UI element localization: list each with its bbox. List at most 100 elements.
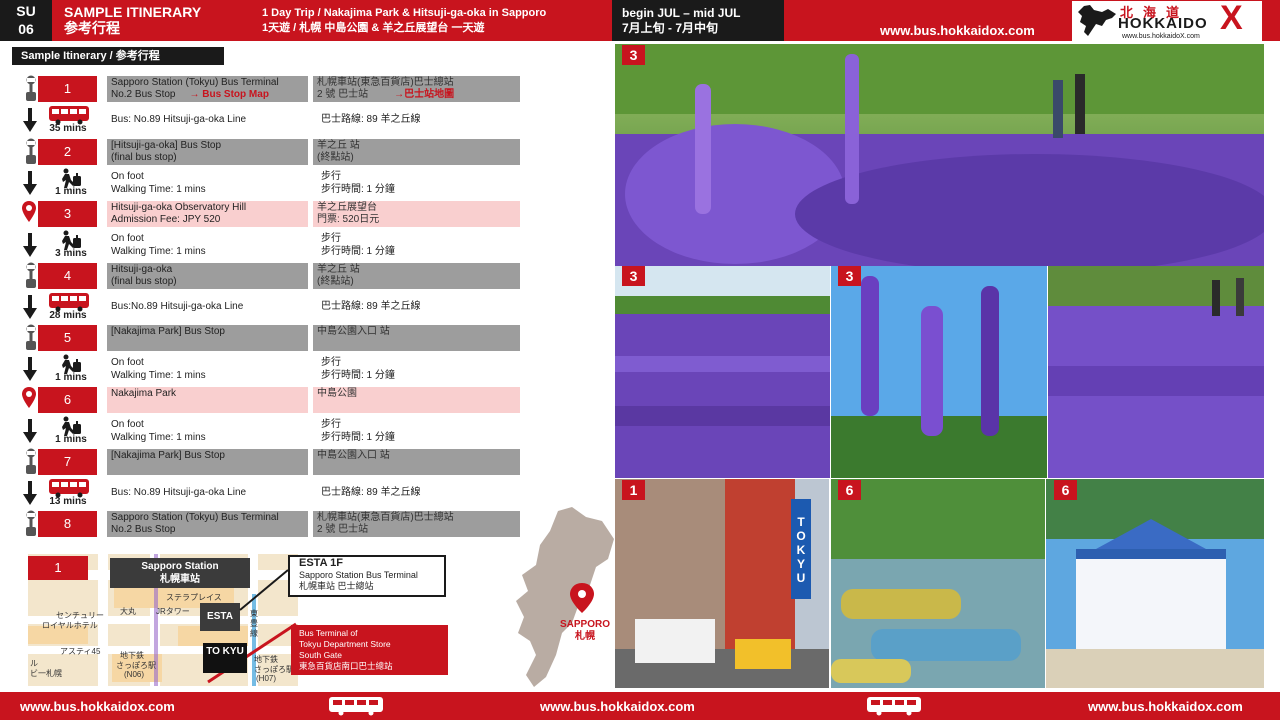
photo-hoheikan [1046,479,1264,688]
stop-zh-line1: 札幌車站(東急百貨店)巴士總站 [317,512,454,523]
map-label: 線 [250,629,258,638]
photo-number: 3 [622,266,645,286]
map-label: ビ一札幌 [30,669,62,678]
stop-en-line1: [Nakajima Park] Bus Stop [111,326,225,337]
city-label: SAPPORO 札幌 [555,619,615,643]
transit-time: 35 mins [49,123,87,134]
transit-time: 1 mins [55,372,87,383]
callout-line: Bus Terminal of [299,628,358,638]
bus-stop-map-link[interactable]: → Bus Stop Map [189,89,268,100]
sapporo-station-label: Sapporo Station 札幌車站 [110,558,250,588]
stop-name-zh: 羊之丘展望台 門票: 520日元 [313,201,520,227]
photo-lavender-rows [615,266,830,478]
transit-zh-line1: 步行 [321,171,341,182]
stop-en-line2: (final bus stop) [111,276,177,287]
down-arrow-icon [22,356,38,382]
trip-zh: 1天遊 / 札幌 中島公園 & 羊之丘展望台 一天遊 [262,22,485,34]
stop-en-line1: [Hitsuji-ga-oka] Bus Stop [111,140,222,151]
down-arrow-icon [22,170,38,196]
photo-tokyu-building: TOKYU [615,479,829,688]
bus-icon [48,292,98,312]
boats-image [831,479,1045,688]
stop-name-zh: 羊之丘 站 (終點站) [313,139,520,165]
walking-icon [56,354,106,374]
stop-en-line2-row: No.2 Bus Stop [111,524,304,536]
transit-en: On foot Walking Time: 1 mins [111,419,307,444]
stop-zh-line1: 羊之丘展望台 [317,202,377,213]
photo-number: 6 [838,480,861,500]
su-label: SU [16,3,36,19]
transit-time: 1 mins [55,186,87,197]
transit-en: Bus: No.89 Hitsuji-ga-oka Line [111,487,307,500]
station-zh: 札幌車站 [160,574,200,585]
transit-zh: 步行 步行時間: 1 分鐘 [321,419,521,444]
lavender-field-image [615,44,1264,266]
bus-stop-map-link-zh[interactable]: →巴士站地圖 [394,89,454,100]
header-url-link[interactable]: www.bus.hokkaidox.com [880,23,1035,38]
hokkaidox-logo[interactable]: 北海道 HOKKAIDO X www.bus.hokkaidoX.com [1072,1,1262,41]
stop-en-line1: Hitsuji-ga-oka Observatory Hill [111,202,247,213]
map-label: JRタワー [156,607,190,616]
transit-en-line2: Walking Time: 1 mins [111,183,206,195]
map-label: ステラプレイス [166,593,222,602]
stop-name-en: Sapporo Station (Tokyu) Bus Terminal No.2… [107,511,308,537]
stop-en-line1: [Nakajima Park] Bus Stop [111,450,225,461]
transit-zh: 步行 步行時間: 1 分鐘 [321,357,521,382]
season-en: begin JUL – mid JUL [622,6,741,20]
su-number: 06 [18,21,34,37]
stop-zh-line1: 札幌車站(東急百貨店)巴士總站 [317,77,454,88]
transit-en: On foot Walking Time: 1 mins [111,233,307,258]
stop-name-en: Hitsuji-ga-oka (final bus stop) [107,263,308,289]
stop-en-line2-row: (final bus stop) [111,276,304,288]
transit-en: On foot Walking Time: 1 mins [111,171,307,196]
su-badge: SU 06 [0,0,52,41]
header-bar: SU 06 SAMPLE ITINERARY 参考行程 1 Day Trip /… [0,0,1280,41]
transit-zh: 步行 步行時間: 1 分鐘 [321,233,521,258]
section-label: Sample Itinerary / 参考行程 [12,47,224,65]
stop-zh-line1: 中島公園 [317,388,357,399]
hoheikan-image [1046,479,1264,688]
transit-en-line1: On foot [111,171,144,182]
transit-zh-line1: 步行 [321,357,341,368]
stop-name-en: [Hitsuji-ga-oka] Bus Stop (final bus stop… [107,139,308,165]
transit-zh-line1: 步行 [321,419,341,430]
transit-en-line1: Bus:No.89 Hitsuji-ga-oka Line [111,301,244,312]
stop-name-en: [Nakajima Park] Bus Stop [107,325,308,351]
footer-url-link[interactable]: www.bus.hokkaidox.com [20,699,175,714]
stop-zh-line1: 羊之丘 站 [317,264,360,275]
transit-zh-line2: 步行時間: 1 分鐘 [321,245,395,257]
stop-zh-line2: 2 號 巴士站 [317,89,369,100]
title-en: SAMPLE ITINERARY [64,4,202,20]
stop-en-line1: Sapporo Station (Tokyu) Bus Terminal [111,512,279,523]
stop-name-en: Nakajima Park [107,387,308,413]
transit-time: 13 mins [49,496,87,507]
stop-en-line2: Admission Fee: JPY 520 [111,214,221,225]
walking-icon [56,168,106,188]
transit-en-line1: On foot [111,233,144,244]
lavender-rows-image [615,266,830,478]
transit-zh-line2: 步行時間: 1 分鐘 [321,183,395,195]
callout-pointer [239,569,289,611]
lavender-closeup-image [831,266,1047,478]
map-label: (N06) [124,670,145,679]
footer-url-link[interactable]: www.bus.hokkaidox.com [1088,699,1243,714]
footer-bar: www.bus.hokkaidox.com www.bus.hokkaidox.… [0,692,1280,720]
logo-name: HOKKAIDO [1118,15,1208,32]
callout-title: ESTA 1F [299,557,344,569]
down-arrow-icon [22,294,38,320]
transit-zh-line1: 巴士路線: 89 羊之丘線 [321,114,421,125]
transit-zh-line2: 步行時間: 1 分鐘 [321,369,395,381]
footer-url-link[interactable]: www.bus.hokkaidox.com [540,699,695,714]
transit-zh: 巴士路線: 89 羊之丘線 [321,301,521,314]
map-label: (H07) [256,674,277,683]
transit-en-line2: Walking Time: 1 mins [111,369,206,381]
photo-number: 3 [838,266,861,286]
down-arrow-icon [22,232,38,258]
stop-name-zh: 札幌車站(東急百貨店)巴士總站 2 號 巴士站 [313,511,520,537]
stop-en-line1: Sapporo Station (Tokyu) Bus Terminal [111,77,279,88]
transit-en-line1: On foot [111,357,144,368]
stop-name-zh: 中島公園 [313,387,520,413]
callout-line: 札幌車站 巴士總站 [299,581,374,591]
walking-icon [56,416,106,436]
transit-zh-line1: 巴士路線: 89 羊之丘線 [321,487,421,498]
